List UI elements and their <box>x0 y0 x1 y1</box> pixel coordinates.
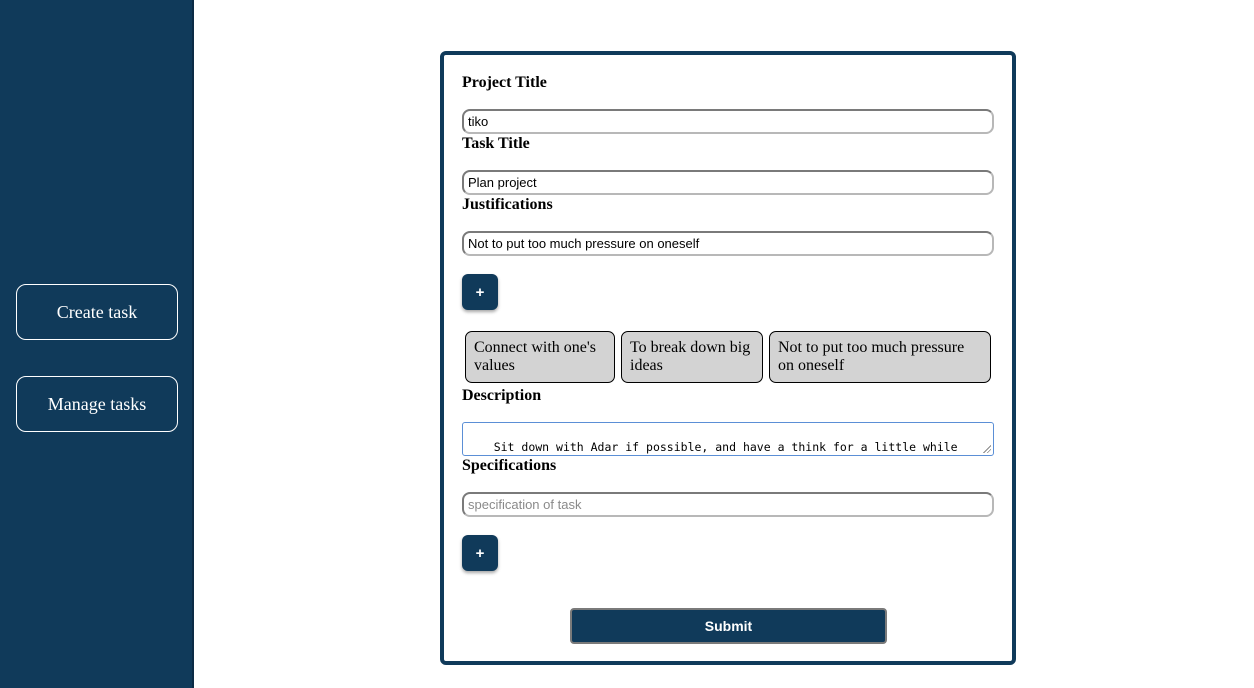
project-title-input[interactable]: tiko <box>462 109 994 134</box>
specifications-label: Specifications <box>462 457 557 474</box>
task-title-label: Task Title <box>462 135 530 152</box>
justification-chip[interactable]: To break down big ideas <box>621 331 763 383</box>
specification-input[interactable]: specification of task <box>462 492 994 517</box>
justification-chip[interactable]: Not to put too much pressure on oneself <box>769 331 991 383</box>
description-text: Sit down with Adar if possible, and have… <box>493 440 958 454</box>
add-justification-button[interactable]: + <box>462 274 498 310</box>
submit-button[interactable]: Submit <box>570 608 887 644</box>
manage-tasks-button[interactable]: Manage tasks <box>16 376 178 432</box>
sidebar: Create task Manage tasks <box>0 0 194 688</box>
justifications-label: Justifications <box>462 196 553 213</box>
description-textarea[interactable]: Sit down with Adar if possible, and have… <box>462 422 994 456</box>
add-specification-button[interactable]: + <box>462 535 498 571</box>
justification-chip[interactable]: Connect with one's values <box>465 331 615 383</box>
create-task-button[interactable]: Create task <box>16 284 178 340</box>
description-label: Description <box>462 387 542 404</box>
task-form: Project Title tiko Task Title Plan proje… <box>440 51 1016 665</box>
task-title-input[interactable]: Plan project <box>462 170 994 195</box>
justification-input[interactable]: Not to put too much pressure on oneself <box>462 231 994 256</box>
resize-handle-icon[interactable] <box>983 445 991 453</box>
project-title-label: Project Title <box>462 74 547 91</box>
specification-placeholder: specification of task <box>468 497 582 512</box>
